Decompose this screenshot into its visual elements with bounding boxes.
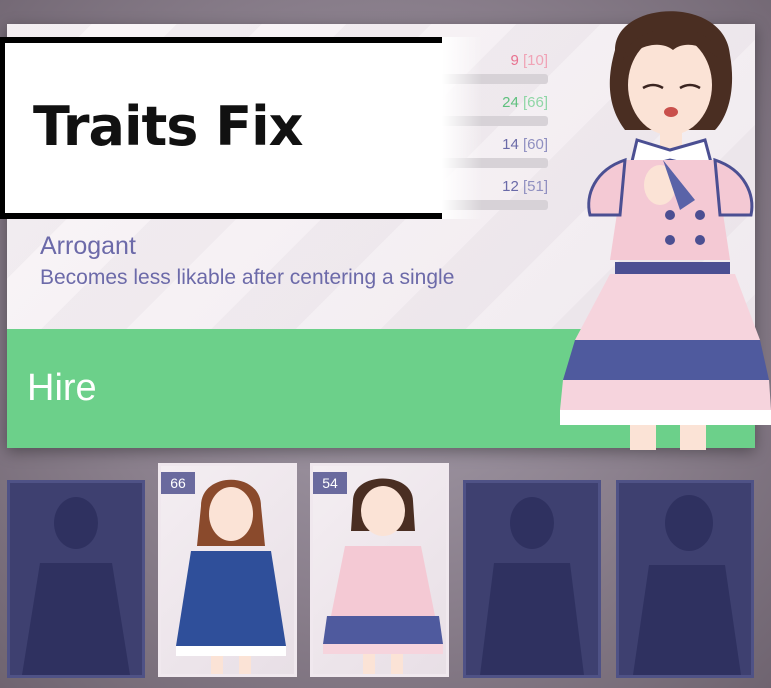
- idol-portrait: [560, 11, 771, 450]
- card-number: 66: [161, 472, 195, 494]
- idol-card-66[interactable]: 66: [158, 463, 297, 677]
- stat-value-1: 9 [10]: [510, 52, 548, 69]
- idol-card-locked-3[interactable]: [616, 480, 754, 678]
- hire-label: Hire: [27, 367, 97, 409]
- stat-value-2: 24 [66]: [502, 94, 548, 111]
- trait-name: Arrogant: [40, 232, 136, 260]
- idol-card-locked-1[interactable]: [7, 480, 145, 678]
- title-text: Traits Fix: [33, 95, 303, 158]
- trait-description: Becomes less likable after centering a s…: [40, 266, 455, 289]
- stat-value-4: 12 [51]: [502, 178, 548, 195]
- idol-card-54[interactable]: 54: [310, 463, 449, 677]
- stat-value-3: 14 [60]: [502, 136, 548, 153]
- card-number: 54: [313, 472, 347, 494]
- title-overlay: Traits Fix: [0, 37, 482, 219]
- silhouette-icon: [22, 497, 130, 675]
- silhouette-icon: [633, 495, 741, 675]
- silhouette-icon: [480, 497, 584, 675]
- idol-card-portrait: [323, 478, 443, 674]
- idol-card-locked-2[interactable]: [463, 480, 601, 678]
- idol-card-portrait: [176, 479, 286, 674]
